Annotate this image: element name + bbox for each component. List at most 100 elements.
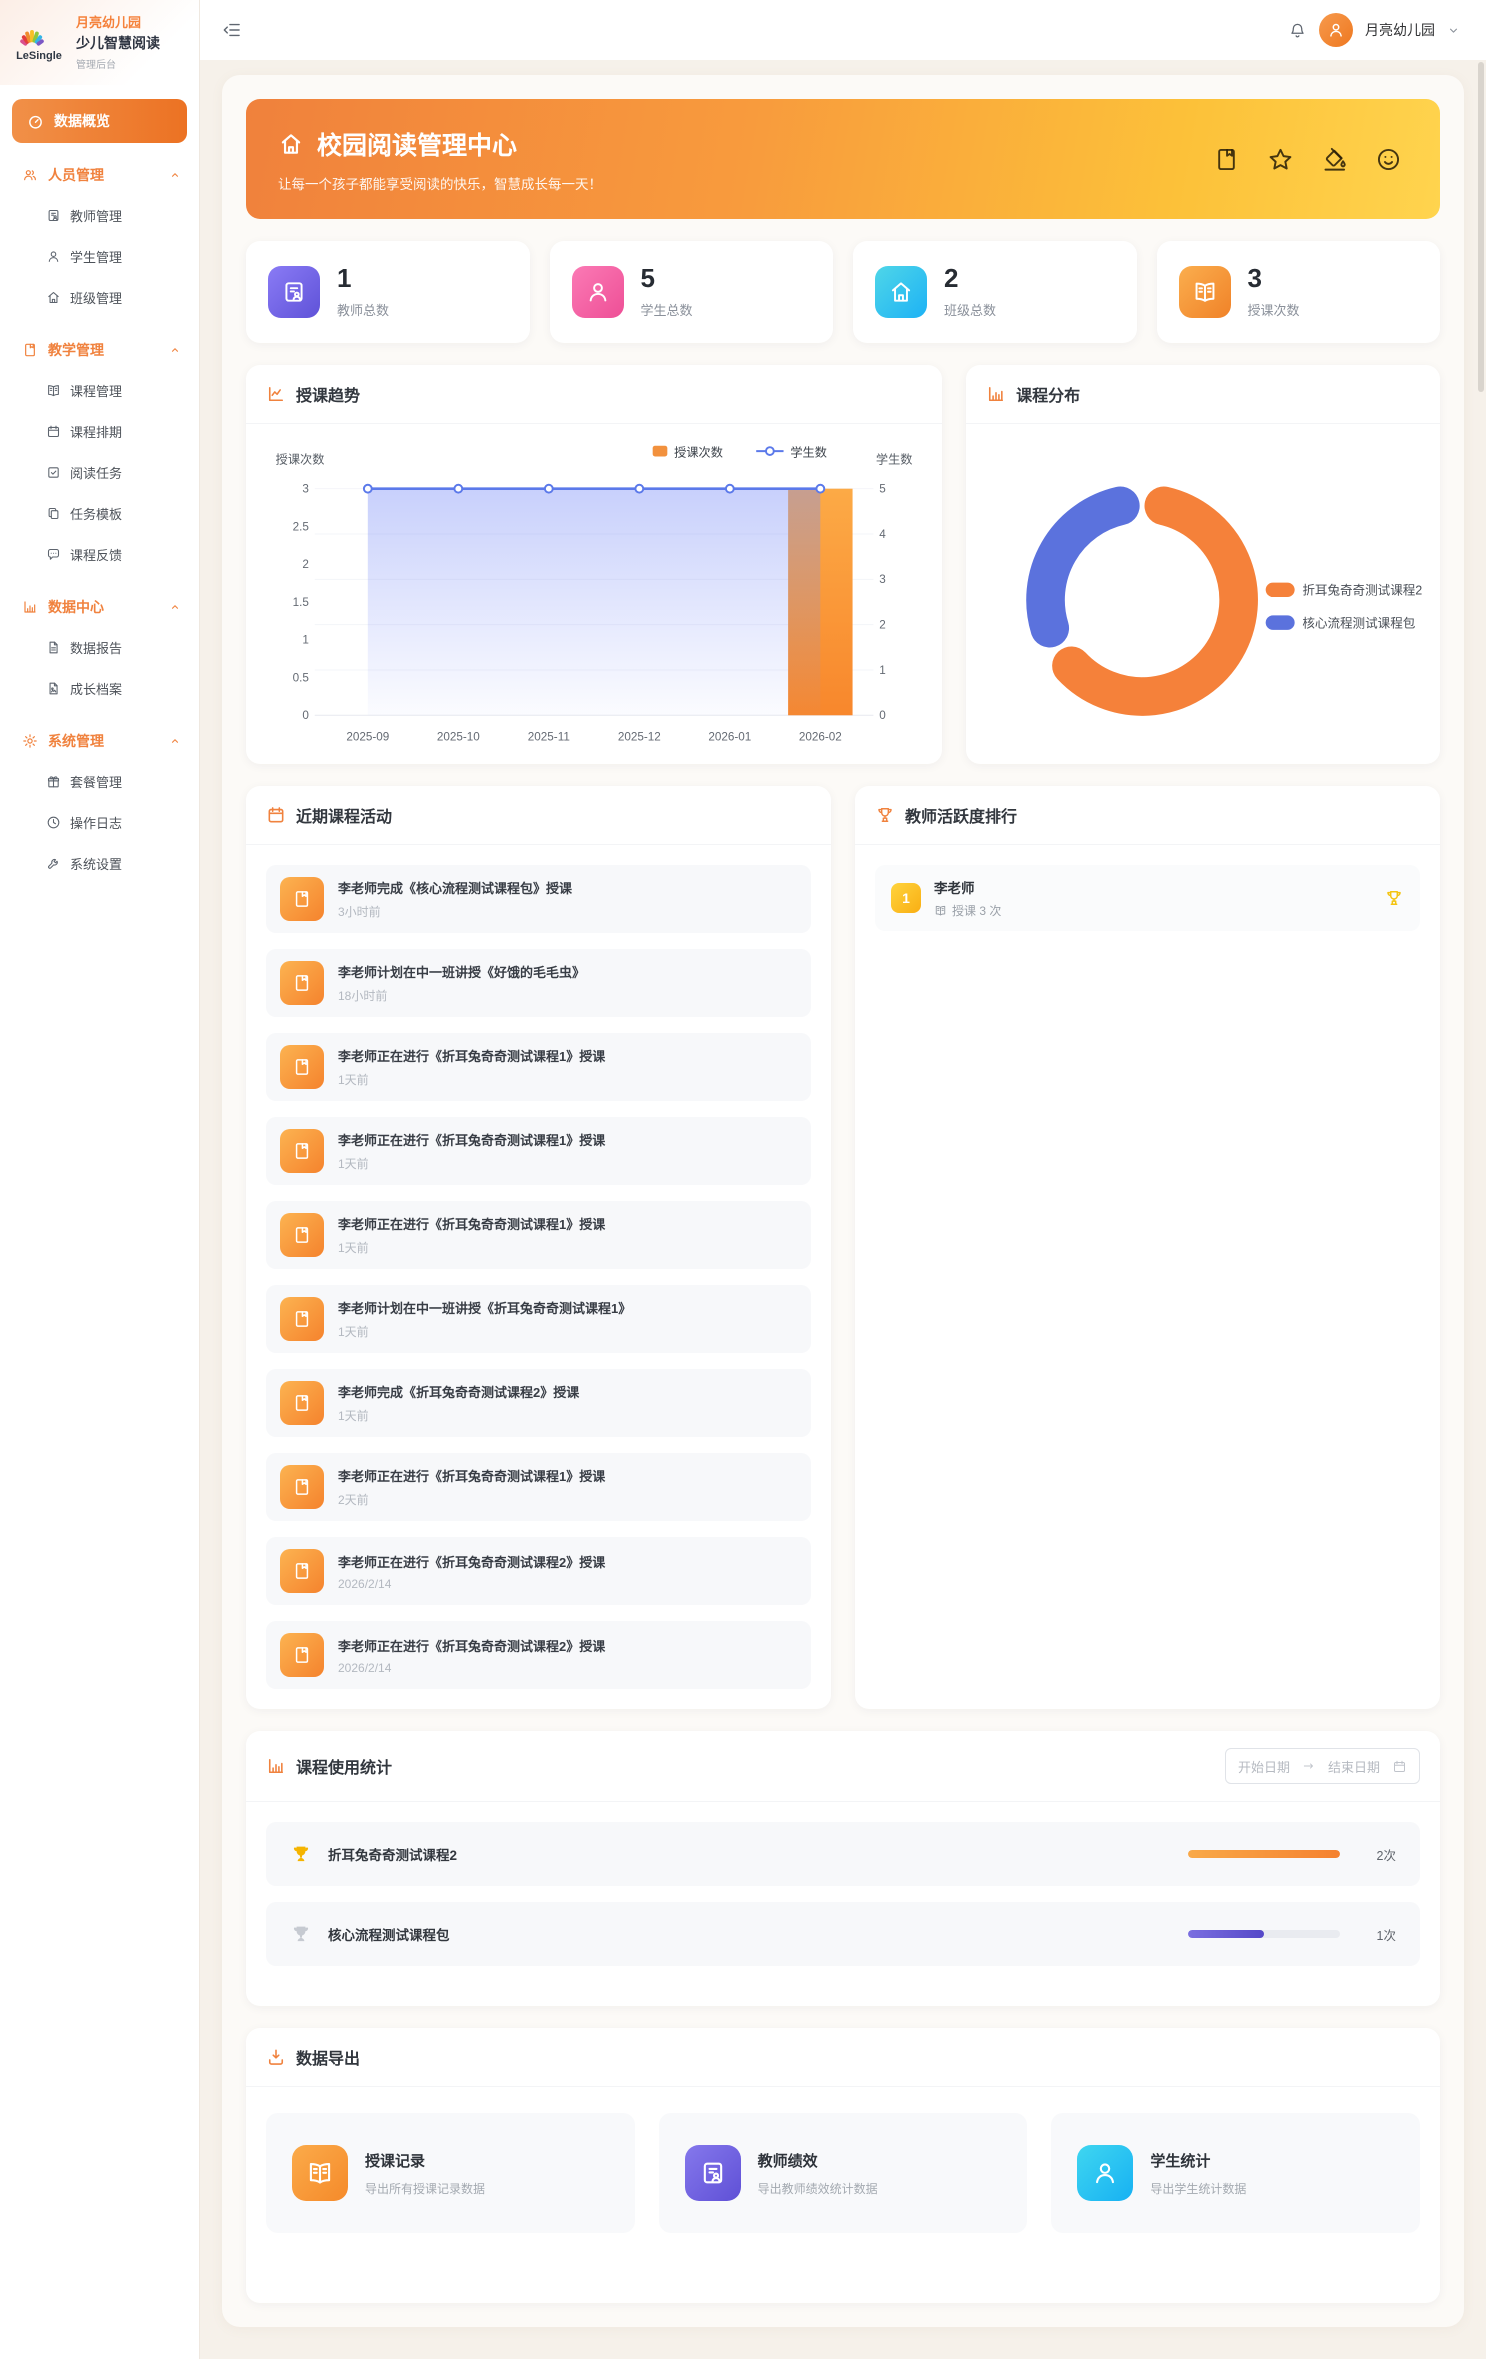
svg-text:2025-12: 2025-12 [618,731,661,744]
collapse-sidebar-icon[interactable] [222,20,242,40]
avatar[interactable] [1319,13,1353,47]
app: LeSingle 月亮幼儿园 少儿智慧阅读 管理后台 数据概览人员管理教师管理学… [0,0,1486,2359]
sidebar-item[interactable]: 课程反馈 [0,534,199,575]
person-icon [585,279,611,305]
smile-icon [1375,146,1402,173]
sidebar-item[interactable]: 数据报告 [0,627,199,668]
home-icon [888,279,914,305]
sidebar-section[interactable]: 教学管理 [0,330,199,370]
arrow-right-icon [1302,1759,1316,1773]
users-icon [22,167,38,183]
export-card[interactable]: 教师绩效导出教师绩效统计数据 [659,2113,1028,2233]
main-area: 月亮幼儿园 校园阅读管理中心 让每一个孩子都能享受阅读的快乐，智慧成长每一天！ [200,0,1486,2359]
course-name: 折耳兔奇奇测试课程2 [328,1844,457,1864]
chevron-up-icon [169,735,181,747]
stat-value: 1 [337,265,389,291]
date-range-picker[interactable]: 开始日期 结束日期 [1225,1748,1420,1784]
task-icon [46,465,61,480]
bookmark-icon [292,1561,312,1581]
export-card-desc: 导出学生统计数据 [1150,2180,1246,2197]
sidebar-section[interactable]: 数据中心 [0,587,199,627]
chart-icon [266,1756,286,1776]
activity-text: 李老师计划在中一班讲授《好饿的毛毛虫》 [338,962,585,981]
trophy-icon [290,1843,312,1865]
svg-text:0.5: 0.5 [293,671,310,684]
date-start-input[interactable]: 开始日期 [1238,1757,1290,1776]
activity-list: 李老师完成《核心流程测试课程包》授课3小时前李老师计划在中一班讲授《好饿的毛毛虫… [246,845,831,1709]
sidebar-item[interactable]: 教师管理 [0,195,199,236]
book-icon [1179,266,1231,318]
svg-text:授课次数: 授课次数 [276,451,325,466]
book-icon [934,904,947,917]
teacher-icon [281,279,307,305]
activity-text: 李老师正在进行《折耳兔奇奇测试课程2》授课 [338,1552,605,1571]
bookmark-icon [292,973,312,993]
user-name[interactable]: 月亮幼儿园 [1365,20,1435,40]
svg-text:4: 4 [879,528,886,541]
sidebar-item[interactable]: 阅读任务 [0,452,199,493]
chevron-down-icon[interactable] [1447,24,1460,37]
sidebar-item[interactable]: 课程排期 [0,411,199,452]
activity-time: 2026/2/14 [338,1577,605,1591]
activity-time: 18小时前 [338,987,585,1004]
gift-icon [46,774,61,789]
activity-item: 李老师正在进行《折耳兔奇奇测试课程1》授课1天前 [266,1201,811,1269]
sidebar-item[interactable]: 套餐管理 [0,761,199,802]
stat-card: 5学生总数 [550,241,834,343]
activity-text: 李老师计划在中一班讲授《折耳兔奇奇测试课程1》 [338,1298,631,1317]
book-icon [292,2145,348,2201]
export-card[interactable]: 学生统计导出学生统计数据 [1051,2113,1420,2233]
stats-row: 1教师总数5学生总数2班级总数3授课次数 [246,241,1440,343]
bookmark-icon [280,1045,324,1089]
person-icon [1327,21,1345,39]
activity-time: 2天前 [338,1491,605,1508]
activity-item: 李老师完成《核心流程测试课程包》授课3小时前 [266,865,811,933]
export-card[interactable]: 授课记录导出所有授课记录数据 [266,2113,635,2233]
teacher-meta: 授课 3 次 [934,902,1001,919]
export-card-title: 授课记录 [365,2150,485,2171]
svg-text:3: 3 [879,573,886,586]
scrollbar[interactable] [1478,62,1484,392]
sidebar-item-active[interactable]: 数据概览 [12,99,187,143]
sidebar-item[interactable]: 成长档案 [0,668,199,709]
bookmark-icon [1213,146,1240,173]
usage-progress-bar [1188,1930,1340,1938]
sidebar-item[interactable]: 班级管理 [0,277,199,318]
activity-title: 近期课程活动 [296,803,392,827]
date-end-input[interactable]: 结束日期 [1328,1757,1380,1776]
doc-icon [46,640,61,655]
sidebar-item[interactable]: 任务模板 [0,493,199,534]
bookmark-icon [292,1477,312,1497]
activity-time: 1天前 [338,1323,631,1340]
usage-row: 折耳兔奇奇测试课程22次 [266,1822,1420,1886]
calendar-icon [46,424,61,439]
bell-icon [1288,21,1307,40]
banner-subtitle: 让每一个孩子都能享受阅读的快乐，智慧成长每一天！ [278,173,602,193]
fold-icon [222,20,242,40]
book-icon [1192,279,1218,305]
svg-text:2025-09: 2025-09 [346,731,389,744]
sidebar-section[interactable]: 系统管理 [0,721,199,761]
svg-text:2.5: 2.5 [293,520,310,533]
activity-text: 李老师正在进行《折耳兔奇奇测试课程2》授课 [338,1636,605,1655]
sidebar-item[interactable]: 课程管理 [0,370,199,411]
sidebar-item[interactable]: 学生管理 [0,236,199,277]
brand-org: 月亮幼儿园 [76,12,160,31]
activity-text: 李老师正在进行《折耳兔奇奇测试课程1》授课 [338,1046,605,1065]
teacher-icon [46,208,61,223]
chevron-down-icon [1447,24,1460,37]
notification-bell-icon[interactable] [1288,21,1307,40]
usage-progress-bar [1188,1850,1340,1858]
sidebar-item[interactable]: 系统设置 [0,843,199,884]
usage-count: 1次 [1352,1925,1396,1944]
ranking-item: 1李老师授课 3 次 [875,865,1420,931]
wrench-icon [46,856,61,871]
svg-text:授课次数: 授课次数 [674,444,723,459]
bookmark-icon [292,1225,312,1245]
bookmark-icon [280,1633,324,1677]
sidebar-section[interactable]: 人员管理 [0,155,199,195]
star-icon [1267,146,1294,173]
calendar-icon [266,805,286,825]
dashboard-container: 校园阅读管理中心 让每一个孩子都能享受阅读的快乐，智慧成长每一天！ 1教师总数5… [222,75,1464,2327]
sidebar-item[interactable]: 操作日志 [0,802,199,843]
